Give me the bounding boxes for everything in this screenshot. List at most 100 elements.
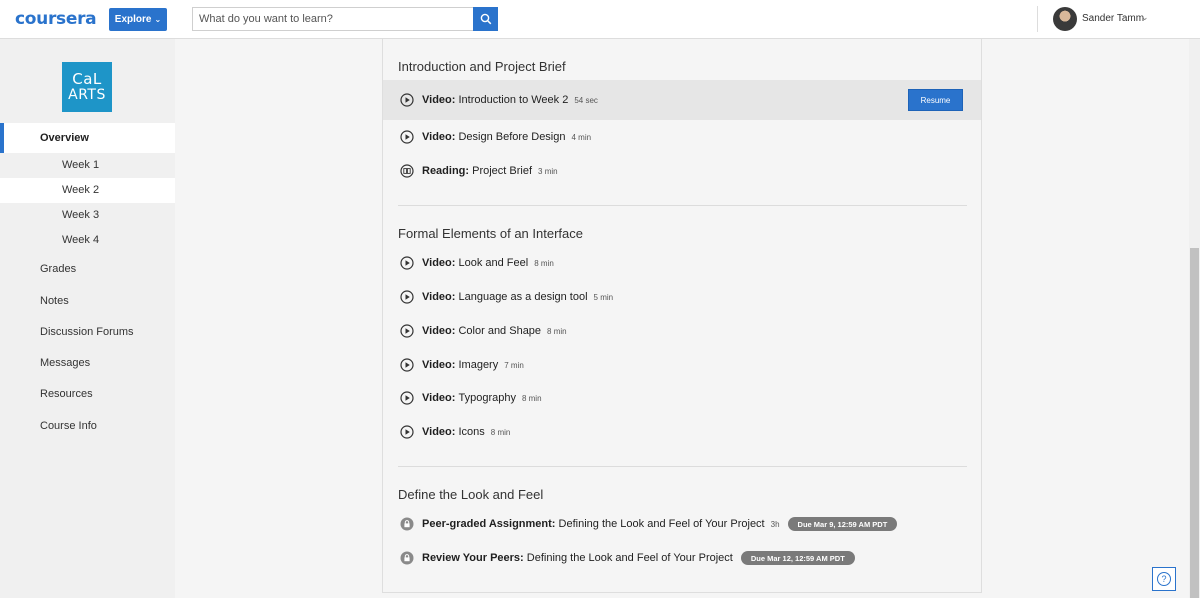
sidebar-item-notes[interactable]: Notes xyxy=(40,295,69,307)
lock-icon xyxy=(400,517,414,531)
item-duration: 8 min xyxy=(547,326,567,336)
resume-button[interactable]: Resume xyxy=(908,89,963,111)
book-icon xyxy=(400,164,414,178)
play-icon xyxy=(400,324,414,338)
sidebar-item-label: Week 3 xyxy=(62,209,100,221)
sidebar-item-week-1[interactable]: Week 1 xyxy=(0,153,175,178)
top-navigation-bar: coursera Explore ⌄ Sander Tamm ⌄ xyxy=(0,0,1200,39)
list-item[interactable]: Video: Design Before Design 4 min xyxy=(400,129,591,145)
list-item[interactable]: Peer-graded Assignment: Defining the Loo… xyxy=(400,516,898,532)
explore-label: Explore xyxy=(114,14,152,25)
item-kind: Video: xyxy=(422,94,456,106)
item-name: Defining the Look and Feel of Your Proje… xyxy=(526,552,733,564)
item-name: Typography xyxy=(458,392,516,404)
search-input[interactable] xyxy=(192,7,473,31)
item-kind: Peer-graded Assignment: xyxy=(422,518,556,530)
sidebar-item-grades[interactable]: Grades xyxy=(40,263,76,275)
chevron-down-icon: ⌄ xyxy=(154,15,162,24)
sidebar-item-label: Week 2 xyxy=(62,184,100,196)
item-duration: 5 min xyxy=(593,292,614,302)
item-kind: Review Your Peers: xyxy=(422,552,524,564)
item-name: Imagery xyxy=(458,359,499,371)
list-item[interactable]: Video: Icons 8 min xyxy=(400,424,510,440)
item-kind: Reading: xyxy=(422,165,470,177)
item-duration: 54 sec xyxy=(574,95,598,105)
play-icon xyxy=(400,256,414,270)
search-icon xyxy=(480,13,491,25)
week-content-card: Introduction and Project Brief Video: In… xyxy=(382,39,982,593)
section-title: Define the Look and Feel xyxy=(398,487,544,502)
help-icon: ? xyxy=(1157,572,1171,586)
sidebar-item-week-3[interactable]: Week 3 xyxy=(0,203,175,228)
item-name: Icons xyxy=(458,426,485,438)
item-name: Defining the Look and Feel of Your Proje… xyxy=(558,518,765,530)
play-icon xyxy=(400,391,414,405)
school-logo-line2: ARTS xyxy=(68,86,106,103)
play-icon xyxy=(400,93,414,107)
item-duration: 4 min xyxy=(571,132,592,142)
course-sidebar: CaL ARTS Overview Week 1 Week 2 Week 3 W… xyxy=(0,39,175,598)
section-title: Formal Elements of an Interface xyxy=(398,226,583,241)
item-name: Project Brief xyxy=(472,165,533,177)
school-logo-line1: CaL xyxy=(72,70,102,89)
sidebar-item-label: Week 4 xyxy=(62,234,100,246)
chevron-down-icon[interactable]: ⌄ xyxy=(1141,12,1149,23)
list-item[interactable]: Review Your Peers: Defining the Look and… xyxy=(400,550,855,566)
sidebar-item-week-2[interactable]: Week 2 xyxy=(0,178,175,203)
item-duration: 8 min xyxy=(534,258,554,268)
section-divider xyxy=(398,205,967,206)
help-button[interactable]: ? xyxy=(1152,567,1176,591)
scrollbar-thumb[interactable] xyxy=(1190,248,1199,598)
sidebar-item-resources[interactable]: Resources xyxy=(40,388,93,400)
item-kind: Video: xyxy=(422,426,456,438)
item-duration: 3h xyxy=(770,519,780,529)
section-divider xyxy=(398,466,967,467)
due-date-badge: Due Mar 12, 12:59 AM PDT xyxy=(740,551,855,565)
play-icon xyxy=(400,290,414,304)
list-item[interactable]: Reading: Project Brief 3 min xyxy=(400,163,558,179)
item-name: Look and Feel xyxy=(458,257,529,269)
list-item[interactable]: Video: Language as a design tool 5 min xyxy=(400,289,613,305)
item-kind: Video: xyxy=(422,359,456,371)
item-kind: Video: xyxy=(422,291,456,303)
play-icon xyxy=(400,358,414,372)
item-name: Design Before Design xyxy=(458,131,566,143)
item-duration: 8 min xyxy=(521,393,542,403)
item-kind: Video: xyxy=(422,131,456,143)
sidebar-item-label: Overview xyxy=(40,132,89,144)
play-icon xyxy=(400,130,414,144)
item-name: Language as a design tool xyxy=(458,291,588,303)
item-name: Color and Shape xyxy=(458,325,542,337)
item-kind: Video: xyxy=(422,257,456,269)
header-divider xyxy=(1037,6,1038,32)
section-title: Introduction and Project Brief xyxy=(398,59,566,74)
search-bar xyxy=(192,7,498,31)
item-name: Introduction to Week 2 xyxy=(458,94,569,106)
sidebar-item-messages[interactable]: Messages xyxy=(40,357,90,369)
play-icon xyxy=(400,425,414,439)
item-duration: 7 min xyxy=(504,360,524,370)
sidebar-item-course-info[interactable]: Course Info xyxy=(40,420,97,432)
sidebar-item-overview[interactable]: Overview xyxy=(0,123,175,153)
lock-icon xyxy=(400,551,414,565)
user-name[interactable]: Sander Tamm xyxy=(1082,13,1144,24)
due-date-badge: Due Mar 9, 12:59 AM PDT xyxy=(787,517,898,531)
explore-button[interactable]: Explore ⌄ xyxy=(109,8,167,31)
item-kind: Video: xyxy=(422,325,456,337)
avatar[interactable] xyxy=(1053,7,1077,31)
list-item[interactable]: Video: Introduction to Week 2 54 sec xyxy=(400,92,598,108)
sidebar-item-discussion-forums[interactable]: Discussion Forums xyxy=(40,326,134,338)
list-item[interactable]: Video: Typography 8 min xyxy=(400,390,542,406)
list-item[interactable]: Video: Color and Shape 8 min xyxy=(400,323,567,339)
item-kind: Video: xyxy=(422,392,456,404)
calarts-logo[interactable]: CaL ARTS xyxy=(62,62,112,112)
svg-text:?: ? xyxy=(1161,574,1166,584)
coursera-logo[interactable]: coursera xyxy=(15,9,97,29)
list-item[interactable]: Video: Imagery 7 min xyxy=(400,357,524,373)
item-duration: 3 min xyxy=(538,166,558,176)
list-item[interactable]: Video: Look and Feel 8 min xyxy=(400,255,554,271)
sidebar-item-label: Week 1 xyxy=(62,159,100,171)
item-duration: 8 min xyxy=(490,427,511,437)
search-button[interactable] xyxy=(473,7,498,31)
sidebar-item-week-4[interactable]: Week 4 xyxy=(0,228,175,253)
